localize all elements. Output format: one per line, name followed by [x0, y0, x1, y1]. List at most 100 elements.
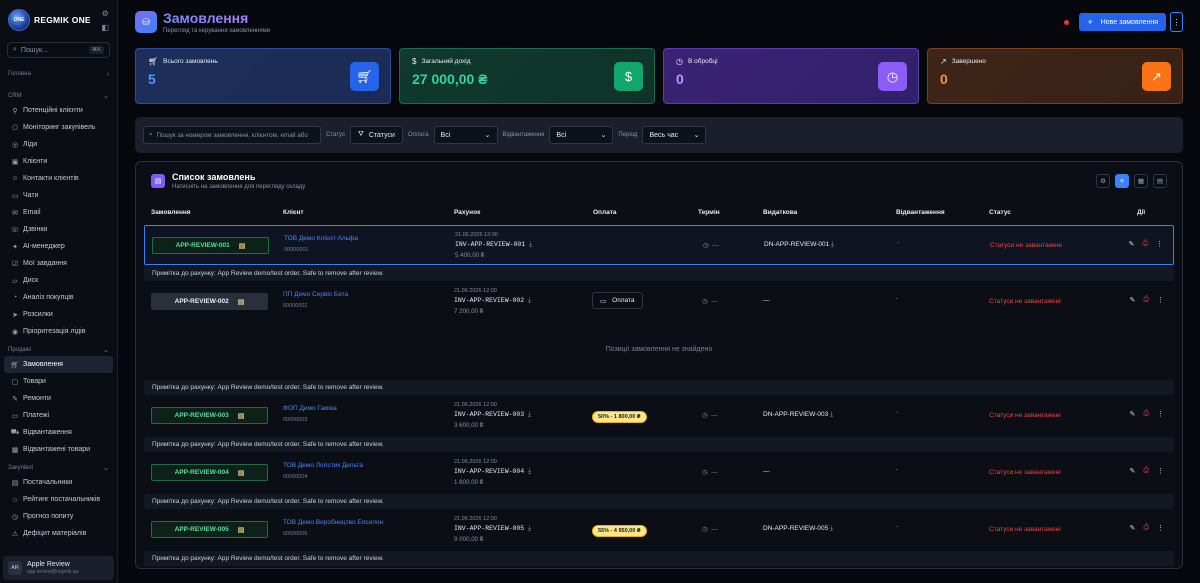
more-icon[interactable]: ⋮: [1156, 240, 1163, 248]
col-term[interactable]: Термін: [698, 209, 720, 216]
sidebar-item-purchases-0[interactable]: ▤ Постачальники: [4, 474, 113, 491]
new-order-button[interactable]: + Нове замовлення: [1079, 13, 1166, 31]
col-status[interactable]: Статус: [989, 209, 1011, 216]
table-view-icon[interactable]: ▤: [1153, 174, 1167, 188]
edit-icon[interactable]: ✎: [1129, 240, 1135, 248]
invoice-number[interactable]: INV-APP-REVIEW-001 ⤓: [455, 241, 532, 249]
invoice-number[interactable]: INV-APP-REVIEW-004 ⤓: [454, 468, 531, 476]
client-link[interactable]: ТОВ Демо Клієнт Альфа: [284, 235, 358, 242]
sidebar-item-purchases-3[interactable]: ⚠ Дефіцит матеріалів: [4, 525, 113, 542]
section-main[interactable]: Головна ›: [0, 68, 117, 80]
download-icon[interactable]: ⤓: [528, 411, 531, 418]
status-filter-button[interactable]: ⛛ Статуси: [349, 126, 403, 144]
sidebar-item-crm-10[interactable]: ▱ Диск: [4, 272, 113, 289]
section-crm[interactable]: CRM ⌄: [0, 90, 117, 102]
sidebar-item-sales-2[interactable]: ✎ Ремонти: [4, 390, 113, 407]
table-row[interactable]: APP-REVIEW-001 ▤ ТОВ Демо Клієнт Альфа 0000…: [144, 225, 1174, 265]
sidebar-item-sales-0[interactable]: 🛒︎ Замовлення: [4, 356, 113, 373]
invoice-number[interactable]: INV-APP-REVIEW-003 ⤓: [454, 411, 531, 419]
download-icon[interactable]: ⤓: [528, 468, 531, 475]
sidebar-item-crm-6[interactable]: ✉ Email: [4, 204, 113, 221]
order-number-badge[interactable]: APP-REVIEW-003 ▤: [151, 407, 268, 424]
download-icon[interactable]: ⤓: [528, 525, 531, 532]
sidebar-item-crm-3[interactable]: ▣ Клієнти: [4, 153, 113, 170]
more-menu-button[interactable]: ⋮: [1170, 12, 1183, 32]
table-row[interactable]: APP-REVIEW-004 ▤ ТОВ Демо Логістик Дельта 0…: [144, 453, 1174, 493]
order-search-input[interactable]: ⌕ Пошук за номером замовлення, клієнтом, …: [143, 126, 321, 144]
col-client[interactable]: Клієнт: [283, 209, 304, 216]
download-icon[interactable]: ⤓: [830, 525, 833, 532]
col-shipping-doc[interactable]: Видаткова: [763, 209, 797, 216]
download-icon[interactable]: ⤓: [830, 411, 833, 418]
payment-filter-select[interactable]: Всі ⌄: [433, 126, 498, 144]
more-icon[interactable]: ⋮: [1157, 296, 1164, 304]
nav-icon: ☑: [11, 260, 19, 268]
col-shipment[interactable]: Відвантаження: [896, 209, 945, 216]
col-invoice[interactable]: Рахунок: [454, 209, 480, 216]
more-icon[interactable]: ⋮: [1157, 410, 1164, 418]
sidebar-item-sales-5[interactable]: ▦ Відвантажені товари: [4, 441, 113, 458]
print-icon[interactable]: ⎙: [1142, 240, 1148, 248]
download-icon[interactable]: ⤓: [831, 241, 834, 248]
col-order[interactable]: Замовлення: [151, 209, 191, 216]
client-link[interactable]: ТОВ Демо Виробництво Епсилон: [283, 519, 383, 526]
sidebar-item-crm-4[interactable]: ☺ Контакти клієнтів: [4, 170, 113, 187]
sidebar-search[interactable]: ⌕ Пошук... ⌘K: [7, 42, 110, 58]
print-icon[interactable]: ⎙: [1143, 410, 1149, 418]
invoice-number[interactable]: INV-APP-REVIEW-005 ⤓: [454, 525, 531, 533]
sidebar-item-crm-0[interactable]: ⚲ Потенційні клієнти: [4, 102, 113, 119]
edit-icon[interactable]: ✎: [1130, 524, 1136, 532]
table-row[interactable]: APP-REVIEW-002 ▤ ПП Демо Сервіс Бета 000000…: [144, 282, 1174, 322]
user-profile[interactable]: AR Apple Review app.review@regmik.ua: [3, 556, 114, 580]
edit-icon[interactable]: ✎: [1130, 410, 1136, 418]
sidebar-item-sales-3[interactable]: ▭ Платежі: [4, 407, 113, 424]
shipping-doc[interactable]: DN-APP-REVIEW-001 ⤓: [764, 241, 834, 249]
sidebar-item-crm-9[interactable]: ☑ Мої завдання: [4, 255, 113, 272]
shipping-doc[interactable]: DN-APP-REVIEW-003 ⤓: [763, 411, 833, 419]
sidebar-item-sales-1[interactable]: ▢ Товари: [4, 373, 113, 390]
more-icon[interactable]: ⋮: [1157, 467, 1164, 475]
table-row[interactable]: APP-REVIEW-005 ▤ ТОВ Демо Виробництво Епси…: [144, 510, 1174, 550]
download-icon[interactable]: ⤓: [528, 297, 531, 304]
sidebar-item-crm-11[interactable]: ◔ Аналіз покупців: [4, 289, 113, 306]
order-number-badge[interactable]: APP-REVIEW-001 ▤: [152, 237, 269, 254]
sidebar-item-crm-7[interactable]: ☏ Дзвінки: [4, 221, 113, 238]
order-number-badge[interactable]: APP-REVIEW-004 ▤: [151, 464, 268, 481]
period-filter-select[interactable]: Весь час ⌄: [642, 126, 707, 144]
download-icon[interactable]: ⤓: [529, 241, 532, 248]
col-payment[interactable]: Оплата: [593, 209, 617, 216]
sidebar-item-purchases-2[interactable]: ◷ Прогноз попиту: [4, 508, 113, 525]
sidebar-item-crm-2[interactable]: ◎ Ліди: [4, 136, 113, 153]
client-link[interactable]: ФОП Демо Гамма: [283, 405, 337, 412]
client-link[interactable]: ПП Демо Сервіс Бета: [283, 291, 348, 298]
list-view-icon[interactable]: ≡: [1115, 174, 1129, 188]
print-icon[interactable]: ⎙: [1143, 467, 1149, 475]
sidebar-item-crm-8[interactable]: ✦ AI-менеджер: [4, 238, 113, 255]
shipping-filter-select[interactable]: Всі ⌄: [549, 126, 614, 144]
print-icon[interactable]: ⎙: [1143, 296, 1149, 304]
payment-button[interactable]: ▭ Оплата: [592, 292, 643, 309]
print-icon[interactable]: ⎙: [1143, 524, 1149, 532]
shipping-doc[interactable]: DN-APP-REVIEW-005 ⤓: [763, 525, 833, 533]
sidebar-item-crm-12[interactable]: ➤ Розсилки: [4, 306, 113, 323]
section-sales[interactable]: Продажі ⌄: [0, 344, 117, 356]
sidebar-item-crm-5[interactable]: ▭ Чати: [4, 187, 113, 204]
note-text: App Review demo/test order. Safe to remo…: [217, 270, 384, 277]
sidebar-item-purchases-1[interactable]: ☆ Рейтинг постачальників: [4, 491, 113, 508]
settings-icon[interactable]: ⚙: [102, 10, 109, 18]
edit-icon[interactable]: ✎: [1130, 296, 1136, 304]
table-row[interactable]: APP-REVIEW-003 ▤ ФОП Демо Гамма 00000003 21.…: [144, 396, 1174, 436]
invoice-number[interactable]: INV-APP-REVIEW-002 ⤓: [454, 297, 531, 305]
order-number-badge[interactable]: APP-REVIEW-005 ▤: [151, 521, 268, 538]
more-icon[interactable]: ⋮: [1157, 524, 1164, 532]
grid-view-icon[interactable]: ▦: [1134, 174, 1148, 188]
section-purchases[interactable]: Закупівлі ⌄: [0, 462, 117, 474]
edit-icon[interactable]: ✎: [1130, 467, 1136, 475]
sidebar-item-crm-13[interactable]: ◉ Пріоритезація лідів: [4, 323, 113, 340]
sidebar-toggle-icon[interactable]: ◧: [101, 24, 109, 32]
order-number-badge[interactable]: APP-REVIEW-002 ▤: [151, 293, 268, 310]
sidebar-item-sales-4[interactable]: ⛟ Відвантаження: [4, 424, 113, 441]
settings-icon[interactable]: ⚙: [1096, 174, 1110, 188]
client-link[interactable]: ТОВ Демо Логістик Дельта: [283, 462, 363, 469]
sidebar-item-crm-1[interactable]: ⎔ Моніторинг закупівель: [4, 119, 113, 136]
